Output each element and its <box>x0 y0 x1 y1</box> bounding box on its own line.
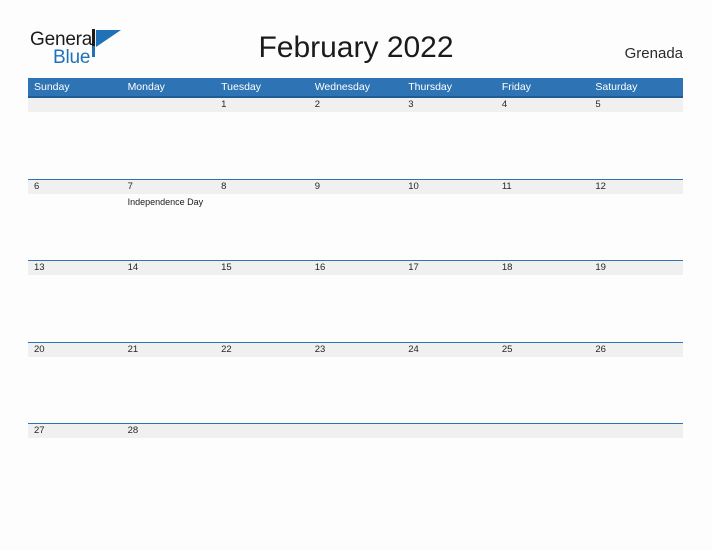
day-cell[interactable] <box>215 112 309 178</box>
day-number[interactable]: 12 <box>589 180 683 194</box>
weekday-header-saturday: Saturday <box>595 81 638 93</box>
day-number[interactable]: 1 <box>215 98 309 112</box>
calendar-page: General Blue February 2022 Grenada Sunda… <box>0 0 712 550</box>
day-number[interactable]: 26 <box>589 343 683 357</box>
day-cell[interactable] <box>28 194 122 260</box>
day-cell[interactable] <box>589 357 683 423</box>
day-cell[interactable] <box>309 438 403 504</box>
day-cell[interactable] <box>496 194 590 260</box>
calendar-week-row: 20 21 22 23 24 25 26 <box>28 341 683 424</box>
country-label: Grenada <box>624 45 683 62</box>
day-number[interactable]: 13 <box>28 261 122 275</box>
day-number[interactable]: 24 <box>402 343 496 357</box>
day-cell[interactable] <box>28 357 122 423</box>
day-number[interactable] <box>309 424 403 438</box>
day-content-band: Independence Day <box>28 194 683 260</box>
weekday-header-tuesday: Tuesday <box>221 81 262 93</box>
day-number[interactable]: 19 <box>589 261 683 275</box>
day-number[interactable]: 18 <box>496 261 590 275</box>
day-cell[interactable] <box>589 112 683 178</box>
day-number[interactable] <box>215 424 309 438</box>
weekday-header-thursday: Thursday <box>408 81 453 93</box>
day-number[interactable] <box>402 424 496 438</box>
day-number[interactable]: 14 <box>122 261 216 275</box>
day-number[interactable] <box>496 424 590 438</box>
day-number[interactable]: 17 <box>402 261 496 275</box>
day-cell[interactable] <box>215 438 309 504</box>
day-cell[interactable] <box>309 357 403 423</box>
day-cell[interactable] <box>589 275 683 341</box>
day-number[interactable]: 3 <box>402 98 496 112</box>
day-cell[interactable] <box>215 275 309 341</box>
page-header: General Blue February 2022 Grenada <box>0 0 712 78</box>
calendar-week-row: 13 14 15 16 17 18 19 <box>28 260 683 342</box>
day-number[interactable] <box>122 98 216 112</box>
day-cell[interactable] <box>309 112 403 178</box>
day-number[interactable] <box>28 98 122 112</box>
weekday-header-wednesday: Wednesday <box>314 81 370 93</box>
day-number[interactable]: 9 <box>309 180 403 194</box>
calendar-grid: Sunday Monday Tuesday Wednesday Thursday… <box>28 78 683 464</box>
day-cell[interactable] <box>215 357 309 423</box>
day-cell[interactable] <box>496 112 590 178</box>
day-number-band: 1 2 3 4 5 <box>28 98 683 112</box>
day-number[interactable]: 5 <box>589 98 683 112</box>
day-cell[interactable] <box>402 194 496 260</box>
day-cell[interactable] <box>28 438 122 504</box>
day-cell[interactable] <box>496 275 590 341</box>
day-number[interactable]: 15 <box>215 261 309 275</box>
weekday-header-row: Sunday Monday Tuesday Wednesday Thursday… <box>28 78 683 98</box>
day-cell[interactable] <box>309 275 403 341</box>
day-cell-independence-day[interactable]: Independence Day <box>122 194 216 260</box>
day-cell[interactable] <box>589 438 683 504</box>
day-number[interactable]: 25 <box>496 343 590 357</box>
calendar-week-row: 1 2 3 4 5 <box>28 98 683 179</box>
day-cell[interactable] <box>122 112 216 178</box>
day-cell[interactable] <box>402 357 496 423</box>
day-cell[interactable] <box>402 112 496 178</box>
day-number-band: 6 7 8 9 10 11 12 <box>28 179 683 194</box>
day-cell[interactable] <box>402 438 496 504</box>
day-number[interactable]: 6 <box>28 180 122 194</box>
day-cell[interactable] <box>589 194 683 260</box>
day-number[interactable]: 4 <box>496 98 590 112</box>
day-number[interactable]: 28 <box>122 424 216 438</box>
day-number[interactable]: 21 <box>122 343 216 357</box>
day-event: Independence Day <box>127 196 204 207</box>
day-cell[interactable] <box>28 275 122 341</box>
day-number[interactable]: 10 <box>402 180 496 194</box>
day-cell[interactable] <box>215 194 309 260</box>
day-number[interactable]: 11 <box>496 180 590 194</box>
page-title: February 2022 <box>258 31 454 64</box>
weekday-header-monday: Monday <box>127 81 165 93</box>
weekday-header-sunday: Sunday <box>34 81 70 93</box>
day-cell[interactable] <box>122 275 216 341</box>
weekday-header-friday: Friday <box>501 81 531 93</box>
day-content-band <box>28 438 683 504</box>
day-number[interactable]: 27 <box>28 424 122 438</box>
day-number[interactable]: 23 <box>309 343 403 357</box>
day-cell[interactable] <box>122 438 216 504</box>
day-number[interactable]: 16 <box>309 261 403 275</box>
day-number[interactable]: 8 <box>215 180 309 194</box>
day-number-band: 27 28 <box>28 424 683 438</box>
day-number[interactable]: 2 <box>309 98 403 112</box>
day-cell[interactable] <box>309 194 403 260</box>
day-number[interactable]: 22 <box>215 343 309 357</box>
day-number-band: 13 14 15 16 17 18 19 <box>28 261 683 275</box>
calendar-week-row: 6 7 8 9 10 11 12 Independence Day <box>28 178 683 261</box>
calendar-week-row: 27 28 <box>28 423 683 464</box>
day-number[interactable]: 20 <box>28 343 122 357</box>
day-cell[interactable] <box>402 275 496 341</box>
day-content-band <box>28 275 683 341</box>
day-cell[interactable] <box>28 112 122 178</box>
day-content-band <box>28 357 683 423</box>
day-content-band <box>28 112 683 178</box>
day-number[interactable] <box>589 424 683 438</box>
day-number[interactable]: 7 <box>122 180 216 194</box>
day-cell[interactable] <box>496 438 590 504</box>
day-cell[interactable] <box>122 357 216 423</box>
day-number-band: 20 21 22 23 24 25 26 <box>28 342 683 357</box>
day-cell[interactable] <box>496 357 590 423</box>
